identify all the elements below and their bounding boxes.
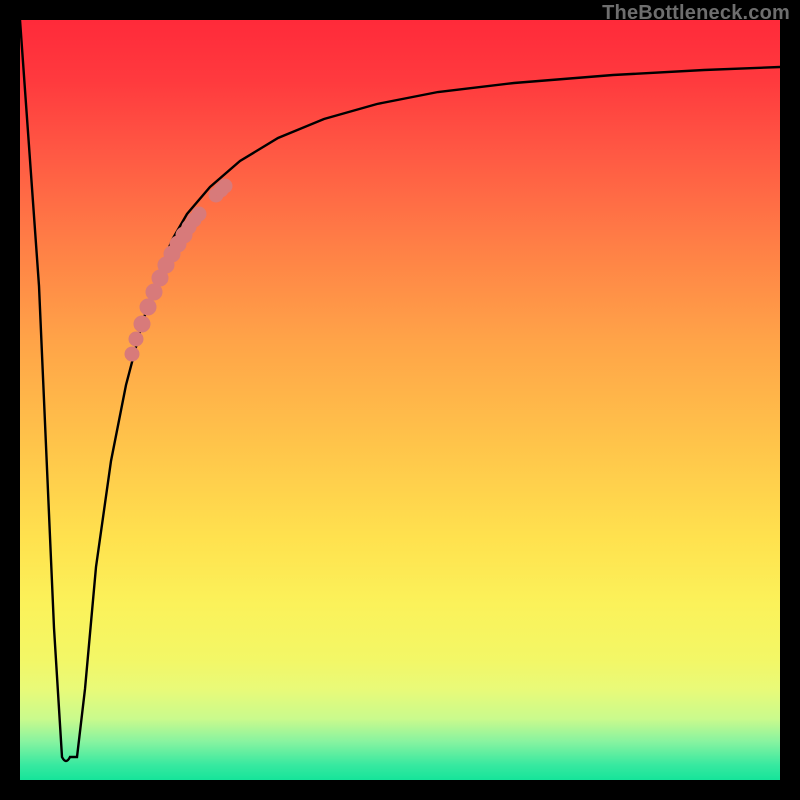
chart-frame: TheBottleneck.com (0, 0, 800, 800)
chart-svg (20, 20, 780, 780)
user-range-marker (125, 179, 232, 361)
watermark-text: TheBottleneck.com (602, 2, 790, 25)
bottleneck-curve (20, 20, 780, 761)
